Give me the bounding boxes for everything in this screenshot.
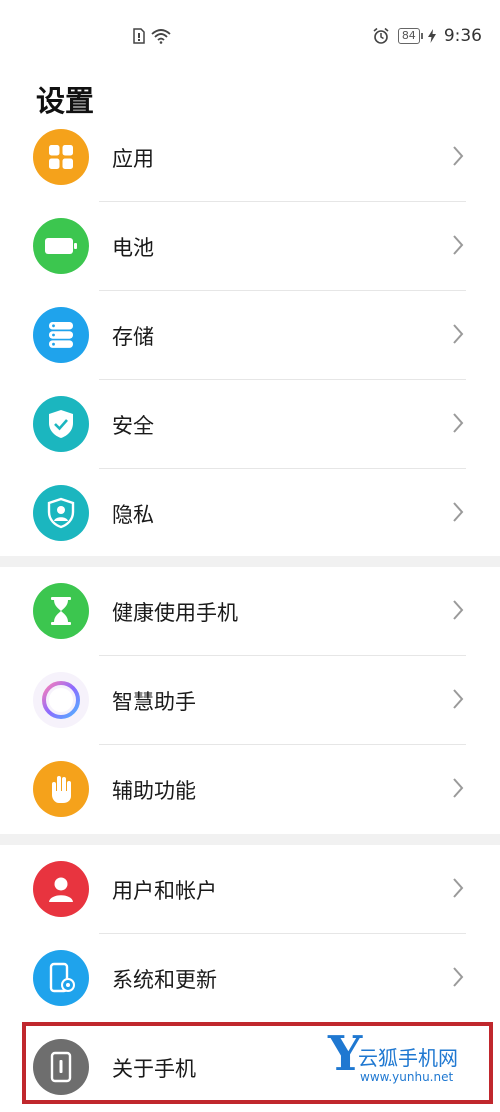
- charging-icon: [427, 29, 436, 43]
- settings-item-security[interactable]: 安全: [0, 380, 500, 469]
- settings-item-storage[interactable]: 存储: [0, 291, 500, 380]
- chevron-right-icon: [453, 502, 464, 522]
- chevron-right-icon: [453, 689, 464, 709]
- settings-item-label: 辅助功能: [112, 779, 196, 803]
- privacy-icon: [33, 485, 89, 541]
- chevron-right-icon: [453, 146, 464, 166]
- chevron-right-icon: [453, 600, 464, 620]
- apps-icon: [33, 129, 89, 185]
- settings-item-apps[interactable]: 应用: [0, 113, 500, 202]
- clock: 9:36: [443, 26, 482, 46]
- settings-item-system-update[interactable]: 系统和更新: [0, 934, 500, 1023]
- settings-item-label: 电池: [112, 236, 154, 260]
- status-bar: 84 9:36: [0, 0, 500, 72]
- alarm-icon: [373, 27, 389, 44]
- battery-indicator: 84: [397, 28, 423, 44]
- sim-icon: [133, 28, 145, 44]
- shield-icon: [33, 396, 89, 452]
- chevron-right-icon: [453, 235, 464, 255]
- settings-item-digital-balance[interactable]: 健康使用手机: [0, 567, 500, 656]
- group-separator: [0, 834, 500, 845]
- user-icon: [33, 861, 89, 917]
- settings-item-battery[interactable]: 电池: [0, 202, 500, 291]
- watermark-url: www.yunhu.net: [360, 1070, 454, 1084]
- settings-item-assistant[interactable]: 智慧助手: [0, 656, 500, 745]
- settings-item-label: 应用: [112, 147, 154, 171]
- group-separator: [0, 556, 500, 567]
- settings-item-label: 存储: [112, 325, 154, 349]
- settings-group-2: 健康使用手机 智慧助手 辅助功能: [0, 567, 500, 834]
- hand-icon: [33, 761, 89, 817]
- settings-item-users[interactable]: 用户和帐户: [0, 845, 500, 934]
- battery-icon: [33, 218, 89, 274]
- chevron-right-icon: [453, 324, 464, 344]
- watermark: Y 云狐手机网 www.yunhu.net: [328, 1026, 488, 1096]
- status-right: 84 9:36: [372, 26, 482, 46]
- settings-item-label: 健康使用手机: [112, 601, 238, 625]
- settings-item-label: 安全: [112, 414, 154, 438]
- settings-item-privacy[interactable]: 隐私: [0, 469, 500, 558]
- status-left-icons: [133, 28, 171, 44]
- settings-item-label: 系统和更新: [112, 968, 217, 992]
- chevron-right-icon: [453, 967, 464, 987]
- wifi-icon: [151, 29, 171, 44]
- settings-item-label: 隐私: [112, 503, 154, 527]
- system-update-icon: [33, 950, 89, 1006]
- chevron-right-icon: [453, 778, 464, 798]
- settings-item-accessibility[interactable]: 辅助功能: [0, 745, 500, 834]
- watermark-name: 云狐手机网: [358, 1046, 458, 1070]
- chevron-right-icon: [453, 413, 464, 433]
- hourglass-icon: [33, 583, 89, 639]
- assistant-icon: [33, 672, 89, 728]
- storage-icon: [33, 307, 89, 363]
- settings-group-1: 应用 电池 存储 安全 隐私: [0, 113, 500, 558]
- chevron-right-icon: [453, 878, 464, 898]
- settings-item-label: 智慧助手: [112, 690, 196, 714]
- settings-item-label: 用户和帐户: [112, 879, 217, 903]
